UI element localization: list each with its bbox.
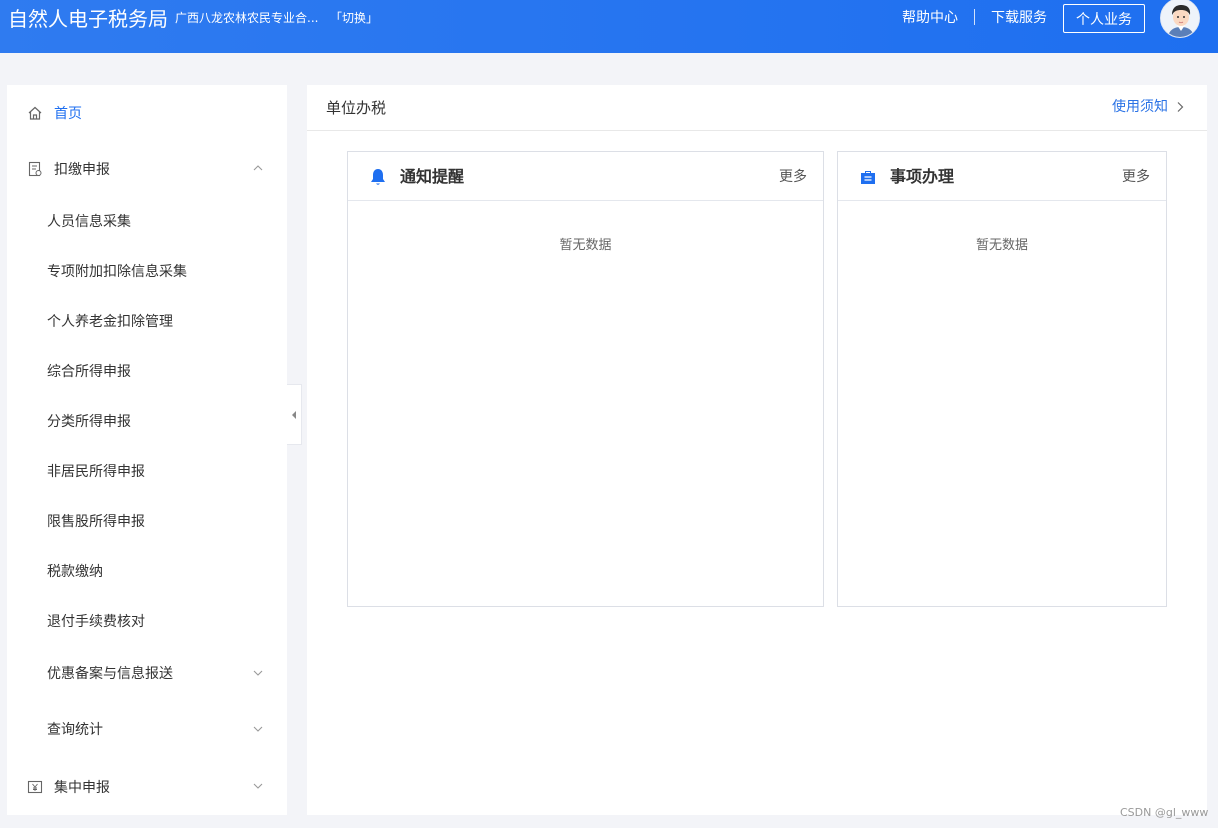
usage-notice-label: 使用须知 [1112, 99, 1168, 115]
sidebar-item-preferential-filing[interactable]: 优惠备案与信息报送 [7, 648, 287, 698]
personal-business-button[interactable]: 个人业务 [1063, 4, 1145, 33]
card-header: 事项办理 更多 [838, 152, 1166, 201]
sidebar-item-label: 扣缴申报 [54, 162, 110, 178]
sidebar-item-label: 分类所得申报 [47, 414, 131, 430]
main-panel: 单位办税 使用须知 通知提醒 更多 暂无数据 事项办理 更多 暂无数据 [307, 85, 1207, 815]
caret-left-icon [292, 410, 296, 419]
sidebar-item-special-deduction[interactable]: 专项附加扣除信息采集 [7, 246, 287, 296]
sidebar-item-label: 个人养老金扣除管理 [47, 314, 173, 330]
empty-state: 暂无数据 [975, 238, 1028, 253]
top-header: 自然人电子税务局 广西八龙农林农民专业合... 「切换」 帮助中心 下载服务 个… [0, 0, 1218, 53]
sidebar-item-label: 查询统计 [47, 722, 103, 738]
sidebar-item-label: 首页 [54, 106, 82, 122]
matters-card: 事项办理 更多 暂无数据 [837, 151, 1167, 607]
empty-state: 暂无数据 [559, 238, 612, 253]
sidebar-item-label: 集中申报 [54, 780, 110, 796]
chevron-right-icon [1177, 102, 1184, 112]
sidebar-item-label: 限售股所得申报 [47, 514, 145, 530]
sidebar-item-personnel-info[interactable]: 人员信息采集 [7, 196, 287, 246]
card-title: 通知提醒 [400, 167, 465, 186]
brand-title: 自然人电子税务局 [8, 7, 168, 31]
notification-card: 通知提醒 更多 暂无数据 [347, 151, 824, 607]
more-link[interactable]: 更多 [1122, 168, 1150, 186]
sidebar-item-label: 综合所得申报 [47, 364, 131, 380]
sidebar-collapse-handle[interactable] [287, 384, 302, 445]
sidebar-item-label: 人员信息采集 [47, 214, 131, 230]
switch-company-link[interactable]: 「切换」 [330, 10, 378, 26]
sidebar-item-central-declare[interactable]: 集中申报 [7, 759, 287, 815]
sidebar-item-pension-deduction[interactable]: 个人养老金扣除管理 [7, 296, 287, 346]
sidebar-item-withholding-declare[interactable]: 扣缴申报 [7, 141, 287, 197]
sidebar-item-query-statistics[interactable]: 查询统计 [7, 704, 287, 754]
sidebar-item-nonresident-income[interactable]: 非居民所得申报 [7, 446, 287, 496]
sidebar-item-label: 优惠备案与信息报送 [47, 666, 173, 682]
avatar[interactable] [1160, 0, 1200, 38]
page-title: 单位办税 [326, 99, 387, 117]
document-icon [26, 160, 44, 178]
sidebar-item-tax-payment[interactable]: 税款缴纳 [7, 546, 287, 596]
help-center-link[interactable]: 帮助中心 [902, 9, 958, 27]
yuan-icon [26, 778, 44, 796]
sidebar-item-restricted-shares[interactable]: 限售股所得申报 [7, 496, 287, 546]
company-name: 广西八龙农林农民专业合... [175, 11, 319, 25]
chevron-down-icon [253, 783, 263, 789]
sidebar-item-label: 税款缴纳 [47, 564, 103, 580]
sidebar-item-comprehensive-income[interactable]: 综合所得申报 [7, 346, 287, 396]
header-divider [307, 130, 1207, 131]
nav-divider [974, 9, 975, 25]
sidebar-item-label: 退付手续费核对 [47, 614, 145, 630]
sidebar-item-fee-refund-check[interactable]: 退付手续费核对 [7, 596, 287, 646]
briefcase-icon [861, 171, 875, 184]
watermark: CSDN @gl_www [1120, 806, 1209, 819]
sidebar-item-home[interactable]: 首页 [7, 85, 287, 141]
home-icon [26, 104, 44, 122]
card-title: 事项办理 [890, 167, 955, 186]
card-header: 通知提醒 更多 [348, 152, 823, 201]
bell-icon [371, 169, 385, 185]
avatar-icon [1161, 0, 1199, 37]
chevron-up-icon [253, 165, 263, 171]
sidebar-item-classified-income[interactable]: 分类所得申报 [7, 396, 287, 446]
sidebar: 首页 扣缴申报 人员信息采集 专项附加扣除信息采集 个人养老金扣除管理 综合所得… [7, 85, 287, 815]
download-service-link[interactable]: 下载服务 [991, 9, 1047, 27]
chevron-down-icon [253, 670, 263, 676]
usage-notice-link[interactable]: 使用须知 [1112, 98, 1184, 116]
sidebar-item-label: 非居民所得申报 [47, 464, 145, 480]
sidebar-item-label: 专项附加扣除信息采集 [47, 264, 187, 280]
more-link[interactable]: 更多 [779, 168, 807, 186]
chevron-down-icon [253, 726, 263, 732]
